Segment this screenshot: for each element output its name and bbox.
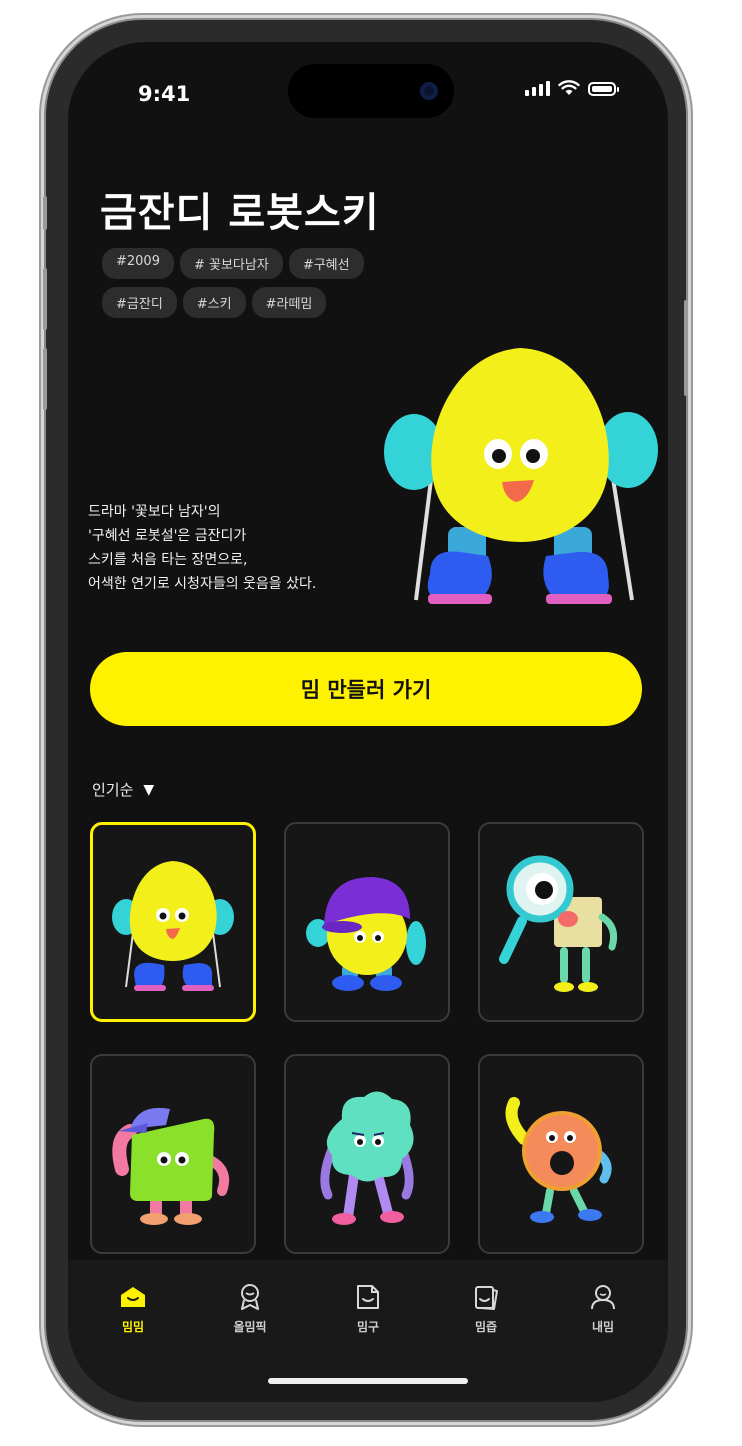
make-meme-button[interactable]: 밈 만들러 가기 [90,652,642,726]
app-screen: 9:41 금잔디 로봇스키 #2009 # 꽃보다남자 #구혜선 #금잔디 #스… [68,42,668,1402]
tab-memgu[interactable]: 밈구 [323,1282,413,1335]
green-cap-character-icon [112,1107,230,1225]
tab-label: 올밈픽 [233,1320,267,1334]
character-card[interactable] [90,822,256,1022]
cards-icon [475,1286,498,1310]
tab-label: 밈구 [356,1320,380,1334]
status-time: 9:41 [138,82,191,106]
camera-icon [420,82,438,100]
sort-label: 인기순 [92,781,134,799]
description-line: '구혜선 로봇설'은 금잔디가 [88,528,247,544]
sort-dropdown[interactable]: 인기순 ▼ [92,779,154,800]
character-card[interactable] [90,1054,256,1254]
description-line: 드라마 '꽃보다 남자'의 [88,504,221,520]
tag-chip[interactable]: # 꽃보다남자 [179,248,283,279]
caret-down-icon: ▼ [143,781,155,798]
magnifier-character-icon [499,855,618,992]
tag-list: #2009 # 꽃보다남자 #구혜선 #금잔디 #스키 #라떼밈 [102,248,432,318]
sticker-icon [357,1285,379,1309]
tag-chip[interactable]: #라떼밈 [251,287,327,318]
character-card[interactable] [284,822,450,1022]
volume-up-button [43,268,47,330]
volume-down-button [43,348,47,410]
tag-chip[interactable]: #스키 [182,287,246,318]
tab-memem[interactable]: 밈밈 [88,1282,178,1335]
tab-my[interactable]: 내밈 [558,1282,648,1335]
wifi-icon [558,80,580,95]
medal-icon [241,1284,259,1310]
home-indicator[interactable] [268,1378,468,1384]
power-button [684,300,688,396]
battery-icon [588,82,619,96]
tag-chip[interactable]: #금잔디 [102,287,177,318]
tab-label: 내밈 [591,1320,615,1334]
tab-memjeup[interactable]: 밈즙 [441,1282,531,1335]
tab-label: 밈즙 [474,1320,498,1334]
tab-label: 밈밈 [121,1320,145,1334]
status-icons [525,80,619,96]
description-text: 드라마 '꽃보다 남자'의 '구혜선 로봇설'은 금잔디가 스키를 처음 타는 … [88,500,378,596]
donut-character-icon [505,1097,612,1223]
yellow-ski-character-icon [112,861,234,991]
tab-olympic[interactable]: 올밈픽 [205,1282,295,1335]
signal-icon [525,80,550,96]
purple-hat-character-icon [306,877,426,991]
character-card[interactable] [478,1054,644,1254]
description-line: 스키를 처음 타는 장면으로, [88,552,248,568]
tag-chip[interactable]: #구혜선 [288,248,364,279]
side-button [43,196,47,230]
tag-chip[interactable]: #2009 [102,248,174,279]
mint-cloud-character-icon [320,1091,414,1225]
character-card[interactable] [284,1054,450,1254]
character-card[interactable] [478,822,644,1022]
hero-character-image [384,348,658,604]
page-title: 금잔디 로봇스키 [100,190,380,236]
description-line: 어색한 연기로 시청자들의 웃음을 샀다. [88,576,317,592]
home-icon [121,1287,145,1307]
character-grid [90,822,644,1254]
profile-icon [591,1285,615,1310]
